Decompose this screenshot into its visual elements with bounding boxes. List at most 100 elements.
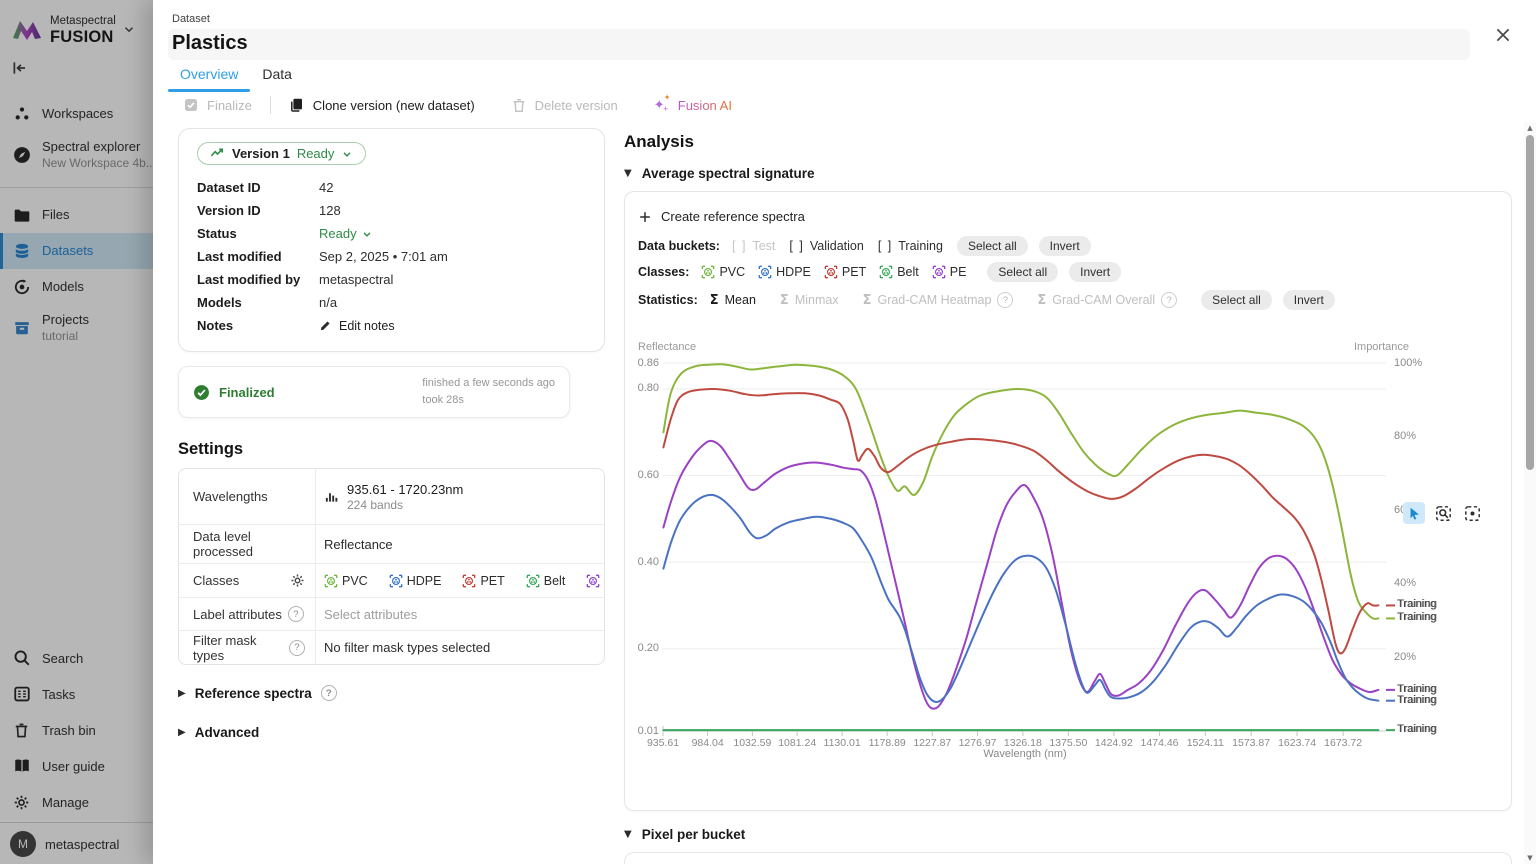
series-line-pet-training bbox=[663, 389, 1378, 653]
reference-spectra-section[interactable]: ▶ Reference spectra ? bbox=[178, 685, 605, 701]
clone-version-new-dataset-button[interactable]: Clone version (new dataset) bbox=[289, 97, 475, 113]
class-icon bbox=[462, 574, 476, 588]
x-axis-title: Wavelength (nm) bbox=[905, 748, 1145, 760]
section-label: Reference spectra bbox=[195, 686, 312, 701]
delete-version-button[interactable]: Delete version bbox=[511, 97, 618, 113]
zoom-area-tool[interactable] bbox=[1432, 502, 1454, 524]
advanced-section[interactable]: ▶ Advanced bbox=[178, 725, 605, 740]
help-icon[interactable]: ? bbox=[289, 640, 305, 656]
series-line-pvc-training bbox=[663, 364, 1378, 619]
series-line-hdpe-training bbox=[663, 495, 1378, 702]
chevron-right-icon: ▶ bbox=[178, 727, 186, 738]
button-label: Finalize bbox=[207, 98, 252, 113]
class-chip-pvc[interactable]: PVC bbox=[324, 574, 368, 588]
x-axis-tick: 1524.11 bbox=[1181, 737, 1229, 749]
y-axis-tick-left: 0.40 bbox=[631, 556, 659, 568]
analysis-column: Analysis ▼ Average spectral signature Cr… bbox=[624, 132, 1512, 864]
finalized-banner: Finalized finished a few seconds ago too… bbox=[178, 366, 570, 418]
settings-row-label-cell: Filter mask types? bbox=[179, 631, 316, 664]
toolbar: Finalize Clone version (new dataset) Delet… bbox=[183, 92, 732, 118]
chevron-down-icon: ▼ bbox=[624, 829, 632, 840]
y-axis-tick-left: 0.01 bbox=[631, 725, 659, 737]
finalize-button[interactable]: Finalize bbox=[183, 97, 252, 113]
status-value: Ready bbox=[319, 226, 357, 241]
class-icon bbox=[389, 574, 403, 588]
detail-value: Sep 2, 2025 • 7:01 am bbox=[319, 249, 586, 264]
settings-row-data-level-processed: Data level processedReflectance bbox=[179, 524, 604, 563]
avg-spectral-signature-section[interactable]: ▼ Average spectral signature bbox=[624, 166, 1512, 181]
detail-label: Models bbox=[197, 295, 319, 310]
class-chip-pet[interactable]: PET bbox=[462, 574, 504, 588]
trash-icon bbox=[511, 97, 527, 113]
chevron-down-icon bbox=[361, 228, 373, 240]
section-label: Advanced bbox=[195, 725, 260, 740]
class-chip-hdpe[interactable]: HDPE bbox=[389, 574, 442, 588]
y-axis-tick-right: 80% bbox=[1394, 430, 1416, 442]
page-title: Plastics bbox=[172, 32, 248, 55]
class-icon bbox=[526, 574, 540, 588]
settings-row-classes: ClassesPVCHDPEPETBeltPE bbox=[179, 563, 604, 597]
edit-notes-button[interactable]: Edit notes bbox=[319, 319, 586, 333]
version-name: Version 1 bbox=[232, 146, 290, 161]
help-icon[interactable]: ? bbox=[288, 606, 304, 622]
pixel-per-bucket-section[interactable]: ▼ Pixel per bucket bbox=[624, 827, 1512, 842]
detail-row-version-id: Version ID128 bbox=[197, 199, 586, 222]
y-axis-tick-right: 100% bbox=[1394, 357, 1422, 369]
tab-overview[interactable]: Overview bbox=[168, 62, 250, 90]
detail-row-last-modified: Last modifiedSep 2, 2025 • 7:01 am bbox=[197, 245, 586, 268]
settings-value-text: Select attributes bbox=[324, 607, 417, 622]
settings-row-label: Label attributes bbox=[193, 607, 282, 622]
detail-label: Last modified by bbox=[197, 272, 319, 287]
x-axis-tick: 1178.89 bbox=[863, 737, 911, 749]
chevron-right-icon: ▶ bbox=[178, 688, 186, 699]
x-axis-tick: 1032.59 bbox=[728, 737, 776, 749]
button-label: Clone version (new dataset) bbox=[313, 98, 475, 113]
detail-value: n/a bbox=[319, 295, 586, 310]
settings-heading: Settings bbox=[178, 440, 605, 459]
class-chip-pe[interactable]: PE bbox=[586, 574, 605, 588]
settings-row-value[interactable]: PVC HDPE PET Belt PE bbox=[316, 564, 605, 597]
detail-row-status: StatusReady bbox=[197, 222, 586, 245]
settings-value-text: No filter mask types selected bbox=[324, 640, 490, 655]
button-label: Fusion AI bbox=[678, 98, 732, 113]
detail-row-models: Modelsn/a bbox=[197, 291, 586, 314]
chevron-down-icon bbox=[341, 148, 353, 160]
settings-row-label: Data level processed bbox=[193, 529, 305, 559]
class-chip-belt[interactable]: Belt bbox=[526, 574, 566, 588]
settings-row-value: 935.61 - 1720.23nm224 bands bbox=[316, 469, 604, 524]
settings-row-label: Filter mask types bbox=[193, 633, 283, 663]
gear-icon[interactable] bbox=[290, 573, 305, 588]
help-icon[interactable]: ? bbox=[321, 685, 337, 701]
settings-row-value[interactable]: Select attributes bbox=[316, 598, 604, 630]
tab-data[interactable]: Data bbox=[250, 62, 304, 90]
detail-row-last-modified-by: Last modified bymetaspectral bbox=[197, 268, 586, 291]
y-axis-tick-left: 0.20 bbox=[631, 642, 659, 654]
status-dropdown[interactable]: Ready bbox=[319, 226, 586, 241]
settings-row-label: Wavelengths bbox=[193, 489, 268, 504]
class-chip-label: Belt bbox=[544, 574, 566, 588]
scrollbar-thumb[interactable] bbox=[1526, 135, 1534, 470]
analysis-heading: Analysis bbox=[624, 132, 1512, 152]
check-circle-icon bbox=[193, 384, 210, 401]
pixel-per-bucket-card bbox=[624, 852, 1512, 864]
fusion-ai-button[interactable]: ✦✦+Fusion AI bbox=[654, 97, 732, 113]
reset-view-tool[interactable] bbox=[1461, 502, 1483, 524]
settings-table: Wavelengths935.61 - 1720.23nm224 bandsDa… bbox=[178, 468, 605, 665]
finalize-check-icon bbox=[183, 97, 199, 113]
version-status: Ready bbox=[297, 146, 335, 161]
scrollbar[interactable]: ▲ ▼ bbox=[1524, 122, 1536, 864]
close-icon[interactable] bbox=[1490, 22, 1516, 48]
scroll-up-arrow[interactable]: ▲ bbox=[1524, 124, 1536, 132]
x-axis-tick: 1081.24 bbox=[773, 737, 821, 749]
dataset-panel: Dataset Plastics OverviewData FinalizeCl… bbox=[153, 0, 1536, 864]
y-axis-tick-left: 0.80 bbox=[631, 382, 659, 394]
wavelength-range: 935.61 - 1720.23nm bbox=[347, 482, 463, 497]
cursor-tool[interactable] bbox=[1403, 502, 1425, 524]
spectral-chart[interactable] bbox=[625, 192, 1511, 810]
y-axis-tick-right: 40% bbox=[1394, 577, 1416, 589]
title-field[interactable] bbox=[168, 29, 1470, 60]
version-details: Dataset ID42Version ID128StatusReadyLast… bbox=[197, 176, 586, 337]
edit-notes-label: Edit notes bbox=[339, 319, 395, 333]
version-pill[interactable]: Version 1 Ready bbox=[197, 142, 366, 165]
scroll-down-arrow[interactable]: ▼ bbox=[1524, 854, 1536, 862]
